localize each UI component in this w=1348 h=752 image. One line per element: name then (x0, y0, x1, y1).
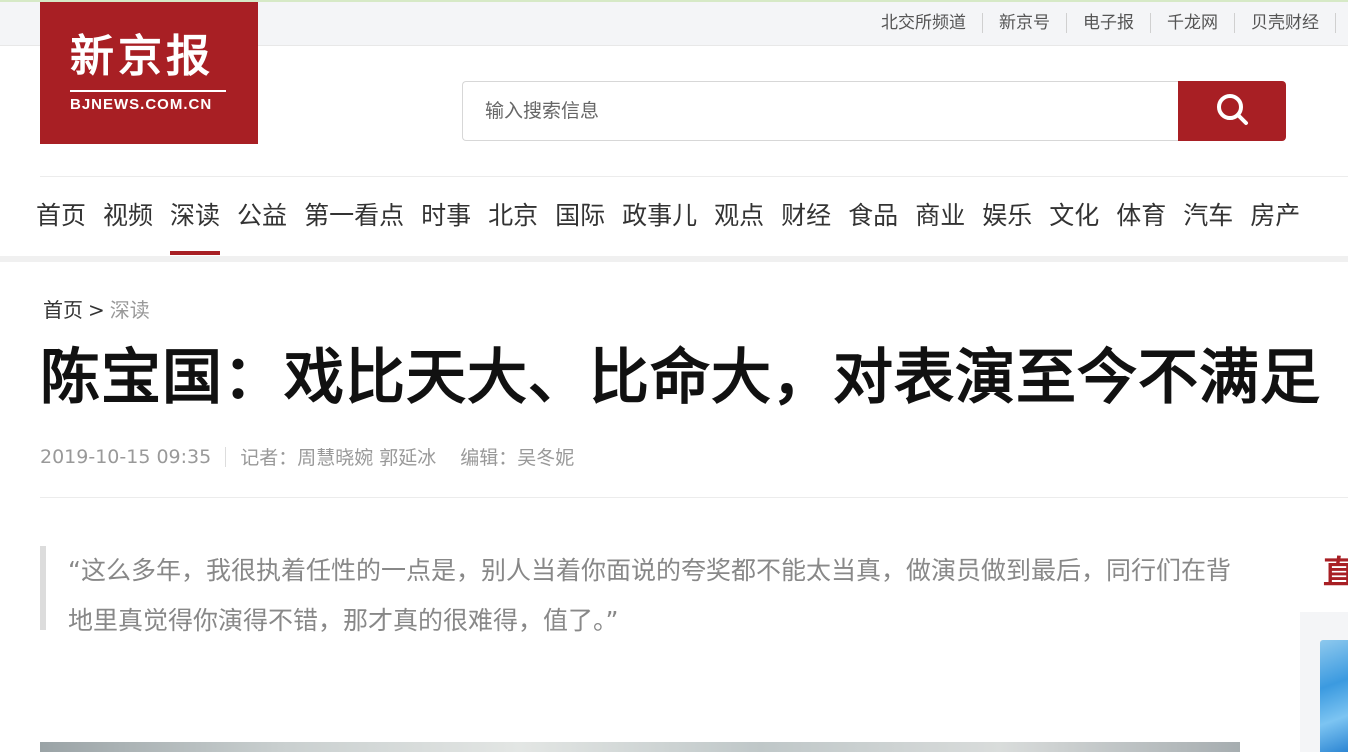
nav-divider (40, 176, 1348, 177)
nav-item[interactable]: 汽车 (1183, 196, 1233, 236)
nav-item[interactable]: 商业 (915, 196, 965, 236)
nav-item[interactable]: 深读 (170, 196, 221, 255)
search-icon (1215, 92, 1249, 130)
article-meta: 2019-10-15 09:35 记者：周慧晓婉 郭延冰 编辑：吴冬妮 (40, 443, 574, 470)
nav-item[interactable]: 北京 (488, 196, 538, 236)
breadcrumb-separator: > (88, 298, 105, 322)
nav-item[interactable]: 国际 (555, 196, 605, 236)
search-input[interactable] (462, 81, 1180, 141)
nav-item[interactable]: 政事儿 (622, 196, 697, 236)
nav-item[interactable]: 第一看点 (304, 196, 404, 236)
nav-item[interactable]: 观点 (714, 196, 764, 236)
breadcrumb: 首页 > 深读 (43, 294, 150, 323)
logo-name-cn: 新京报 (70, 31, 214, 82)
nav-item[interactable]: 文化 (1049, 196, 1099, 236)
top-link-bjs[interactable]: 北交所频道 (865, 13, 983, 33)
top-link-epaper[interactable]: 电子报 (1067, 13, 1151, 33)
nav-item[interactable]: 财经 (781, 196, 831, 236)
nav-bottom-band (0, 256, 1348, 262)
breadcrumb-home[interactable]: 首页 (43, 298, 83, 322)
search-button[interactable] (1178, 81, 1286, 141)
logo-name-en: BJNEWS.COM.CN (70, 96, 213, 113)
article-datetime: 2019-10-15 09:35 (40, 445, 212, 468)
logo-divider (70, 90, 226, 92)
nav-item[interactable]: 房产 (1250, 196, 1300, 236)
meta-divider (225, 446, 227, 467)
nav-item[interactable]: 视频 (103, 196, 153, 236)
search-bar (462, 81, 1286, 141)
main-nav: 首页 视频 深读 公益 第一看点 时事 北京 国际 政事儿 观点 财经 食品 商业 娱乐 文化 体育 汽车 房产 (36, 196, 1317, 255)
top-link-beike[interactable]: 贝壳财经 (1235, 13, 1336, 33)
top-links: 北交所频道 新京号 电子报 千龙网 贝壳财经 (865, 13, 1336, 33)
top-link-xinjinghao[interactable]: 新京号 (983, 13, 1067, 33)
nav-item[interactable]: 体育 (1116, 196, 1166, 236)
nav-item[interactable]: 时事 (421, 196, 471, 236)
nav-item[interactable]: 食品 (848, 196, 898, 236)
breadcrumb-current[interactable]: 深读 (110, 298, 150, 322)
article-lead-quote: “这么多年，我很执着任性的一点是，别人当着你面说的夸奖都不能太当真，做演员做到最… (40, 546, 1240, 635)
nav-item[interactable]: 娱乐 (982, 196, 1032, 236)
nav-item[interactable]: 首页 (36, 196, 86, 236)
sidebar-heading: 直 (1323, 553, 1348, 591)
top-link-qianlong[interactable]: 千龙网 (1151, 13, 1235, 33)
nav-item[interactable]: 公益 (237, 196, 287, 236)
article-reporter: 记者：周慧晓婉 郭延冰 (240, 447, 437, 469)
sidebar-thumbnail[interactable] (1320, 640, 1348, 752)
site-logo[interactable]: 新京报 BJNEWS.COM.CN (40, 2, 258, 144)
article-title: 陈宝国：戏比天大、比命大，对表演至今不满足 (40, 343, 1321, 413)
article-editor: 编辑：吴冬妮 (460, 447, 575, 469)
article-image (40, 742, 1240, 752)
meta-divider-line (40, 497, 1348, 498)
